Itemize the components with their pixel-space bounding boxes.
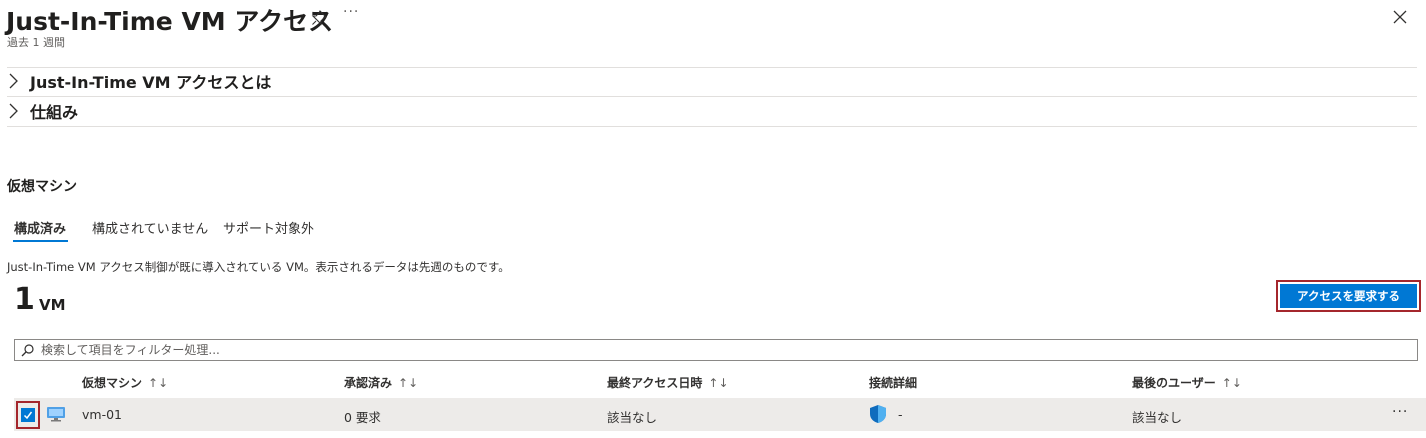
vm-name-link[interactable]: vm-01 bbox=[82, 407, 122, 422]
tab-configured[interactable]: 構成済み bbox=[14, 218, 66, 237]
chevron-right-icon bbox=[9, 73, 18, 89]
expander-label: Just-In-Time VM アクセスとは bbox=[30, 73, 272, 92]
sort-icon[interactable]: ↑↓ bbox=[148, 376, 168, 390]
chevron-right-icon bbox=[9, 103, 18, 119]
row-checkbox[interactable] bbox=[21, 408, 35, 422]
column-header-last-user[interactable]: 最後のユーザー ↑↓ bbox=[1132, 374, 1242, 391]
connection-details-cell[interactable]: - bbox=[898, 407, 903, 422]
vm-count-value: 1 bbox=[14, 282, 35, 317]
request-access-highlight: アクセスを要求する bbox=[1276, 280, 1421, 312]
column-label: 仮想マシン bbox=[82, 376, 143, 390]
sort-icon[interactable]: ↑↓ bbox=[1222, 376, 1242, 390]
column-label: 最後のユーザー bbox=[1132, 376, 1216, 390]
column-label: 承認済み bbox=[344, 376, 393, 390]
expander-label: 仕組み bbox=[30, 103, 79, 122]
virtual-machine-icon bbox=[47, 407, 65, 422]
expander-what-is-jit[interactable]: Just-In-Time VM アクセスとは bbox=[8, 67, 271, 95]
page-subtitle: 過去 1 週間 bbox=[7, 36, 65, 49]
shield-icon bbox=[870, 405, 886, 423]
checkmark-icon bbox=[23, 411, 33, 420]
divider bbox=[7, 96, 1417, 97]
sort-icon[interactable]: ↑↓ bbox=[708, 376, 728, 390]
search-box[interactable] bbox=[14, 339, 1418, 361]
active-tab-indicator bbox=[13, 240, 68, 242]
vm-count-unit: VM bbox=[39, 296, 66, 314]
expander-how-it-works[interactable]: 仕組み bbox=[8, 97, 78, 125]
row-checkbox-highlight bbox=[16, 401, 40, 429]
section-title: 仮想マシン bbox=[7, 179, 77, 195]
search-icon bbox=[21, 343, 34, 356]
sort-icon[interactable]: ↑↓ bbox=[398, 376, 418, 390]
last-user-cell: 該当なし bbox=[1132, 410, 1183, 425]
approved-cell: 0 要求 bbox=[344, 410, 381, 425]
divider bbox=[7, 126, 1417, 127]
tab-unsupported[interactable]: サポート対象外 bbox=[223, 218, 314, 237]
more-options-icon[interactable]: ··· bbox=[343, 4, 359, 20]
table-row[interactable] bbox=[14, 398, 1426, 431]
column-label: 最終アクセス日時 bbox=[607, 376, 703, 390]
close-icon[interactable] bbox=[1392, 9, 1408, 25]
column-header-vm[interactable]: 仮想マシン ↑↓ bbox=[82, 374, 168, 391]
search-input[interactable] bbox=[39, 342, 1343, 358]
row-more-options-icon[interactable]: ··· bbox=[1392, 404, 1408, 420]
pin-icon[interactable] bbox=[311, 10, 327, 26]
request-access-button[interactable]: アクセスを要求する bbox=[1280, 284, 1417, 308]
column-header-last-access[interactable]: 最終アクセス日時 ↑↓ bbox=[607, 374, 729, 391]
tab-not-configured[interactable]: 構成されていません bbox=[92, 218, 208, 237]
column-header-approved[interactable]: 承認済み ↑↓ bbox=[344, 374, 418, 391]
page-title: Just-In-Time VM アクセス bbox=[6, 7, 334, 36]
column-label: 接続詳細 bbox=[869, 376, 918, 390]
last-access-cell: 該当なし bbox=[607, 410, 658, 425]
section-description: Just-In-Time VM アクセス制御が既に導入されている VM。表示され… bbox=[7, 260, 510, 274]
column-header-connection: 接続詳細 bbox=[869, 374, 917, 391]
